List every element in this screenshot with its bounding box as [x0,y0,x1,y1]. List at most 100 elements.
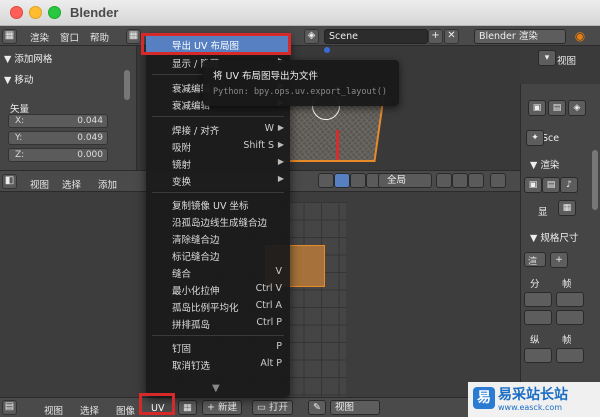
watermark-text: 易采站长站 [498,387,568,403]
pin-props-icon[interactable]: ✦ [526,130,544,146]
close-window-button[interactable] [10,6,23,19]
remove-scene-icon[interactable]: ✕ [444,29,459,44]
scene-selector[interactable]: Scene [324,29,428,44]
menu-item-unpin[interactable]: 取消钉选 Alt P [146,356,290,373]
3d-editor-type-icon[interactable]: ◧ [2,174,17,189]
uv-menu-select[interactable]: 选择 [80,403,99,417]
highlight-export-item [141,33,291,55]
3d-menu-select[interactable]: 选择 [62,177,81,191]
menu-item-pin[interactable]: 钉固 P [146,339,290,356]
render-image-button[interactable]: ▣ [524,177,542,193]
frame-range-label: 帧 [562,279,572,290]
manipulator-toggle[interactable] [318,173,334,188]
export-uv-tooltip: 将 UV 布局图导出为文件 Python: bpy.ops.uv.export_… [203,60,399,106]
menu-separator [152,116,284,117]
aspect-x-field[interactable] [524,348,552,363]
image-browse-icon[interactable]: ▦ [178,400,197,415]
render-engine-select[interactable]: Blender 渲染 [474,29,566,44]
render-layers-tab-icon[interactable]: ▤ [548,100,566,116]
scene-icon[interactable]: ◈ [304,29,319,44]
render-preset-select[interactable]: 渲 [524,252,546,267]
new-image-button[interactable]: + 新建 [202,400,242,415]
menu-render[interactable]: 渲染 [30,30,49,44]
props-scrollbar[interactable] [592,150,598,210]
move-header[interactable]: ▼ 移动 [4,72,33,86]
rotate-manipulator-button[interactable] [350,173,366,188]
axis-z-value: 0.000 [77,150,103,160]
axis-y-value: 0.049 [77,133,103,143]
face-select-button[interactable] [468,173,484,188]
menu-window[interactable]: 窗口 [60,30,79,44]
frame-rate-field[interactable] [556,348,584,363]
menu-item-weld-align[interactable]: 焊接 / 对齐 W ▶ [146,121,290,138]
resolution-y-field[interactable] [524,310,552,325]
menu-item-clear-seam[interactable]: 清除缝合边 [146,230,290,247]
3d-menu-view[interactable]: 视图 [30,177,49,191]
3d-menu-add[interactable]: 添加 [98,177,117,191]
display-label: 显 [538,207,548,218]
scene-tab-icon[interactable]: ◈ [568,100,586,116]
menu-item-copy-mirrored-uv[interactable]: 复制镜像 UV 坐标 [146,196,290,213]
screen-layout-icon[interactable]: ▦ [126,29,141,44]
vector-x-field[interactable]: X: 0.044 [8,114,108,128]
frame-rate-label: 帧 [562,335,572,346]
dimensions-panel-header[interactable]: ▼ 规格尺寸 [530,230,578,244]
zoom-window-button[interactable] [48,6,61,19]
axis-y-label: Y: [15,133,23,143]
menu-item-stitch[interactable]: 缝合 V [146,264,290,281]
frame-end-field[interactable] [556,310,584,325]
render-panel-header[interactable]: ▼ 渲染 [530,157,559,171]
menu-item-pack-islands[interactable]: 拼排孤岛 Ctrl P [146,315,290,332]
menu-item-average-island-scale[interactable]: 孤岛比例平均化 Ctrl A [146,298,290,315]
edge-select-button[interactable] [452,173,468,188]
menu-item-transform[interactable]: 变换 ▶ [146,172,290,189]
highlight-uv-menu [139,393,175,415]
menu-item-seams-from-islands[interactable]: 沿孤岛边线生成缝合边 [146,213,290,230]
menu-separator [152,335,284,336]
uv-editor-type-icon[interactable]: ▤ [2,400,17,415]
translate-manipulator-button[interactable] [334,173,350,188]
vector-z-field[interactable]: Z: 0.000 [8,148,108,162]
menu-item-snap[interactable]: 吸附 Shift S ▶ [146,138,290,155]
menu-item-mark-seam[interactable]: 标记缝合边 [146,247,290,264]
display-select[interactable]: ▦ [558,200,576,216]
add-scene-icon[interactable]: + [428,29,443,44]
aspect-label: 纵 [530,335,540,346]
render-tab-icon[interactable]: ▣ [528,100,546,116]
watermark-logo-icon: 易 [473,387,495,409]
vector-y-field[interactable]: Y: 0.049 [8,131,108,145]
add-preset-button[interactable]: + [550,252,568,268]
add-mesh-header[interactable]: ▼ 添加网格 [4,51,52,65]
minimize-window-button[interactable] [29,6,42,19]
uv-menu-view[interactable]: 视图 [44,403,63,417]
uv-view-select[interactable]: 视图 [330,400,380,415]
menu-item-minimize-stretch[interactable]: 最小化拉伸 Ctrl V [146,281,290,298]
occlude-geometry-button[interactable] [490,173,506,188]
watermark-url: www.easck.com [498,403,563,412]
frame-start-field[interactable] [556,292,584,307]
menu-item-mirror[interactable]: 镜射 ▶ [146,155,290,172]
render-audio-button[interactable]: ♪ [560,177,578,193]
menu-scroll-down-icon[interactable]: ▼ [212,383,220,394]
axis-z-label: Z: [15,150,25,160]
axis-x-value: 0.044 [77,116,103,126]
menu-separator [152,192,284,193]
uv-menu-image[interactable]: 图像 [116,403,135,417]
tool-panel-scrollbar[interactable] [124,70,130,100]
open-image-button[interactable]: ▭ 打开 [252,400,294,415]
gizmo-x-arrow[interactable] [336,130,339,160]
vertex-select-button[interactable] [436,173,452,188]
tooltip-python: Python: bpy.ops.uv.export_layout() [213,87,387,97]
outliner-view-icon[interactable]: ▾ [538,50,556,66]
transform-orientation-select[interactable]: 全局 [378,173,432,188]
tooltip-title: 将 UV 布局图导出为文件 [213,71,318,82]
render-animation-button[interactable]: ▤ [542,177,560,193]
gizmo-z-handle[interactable] [324,47,330,53]
pin-icon[interactable]: ✎ [308,400,326,415]
editor-type-icon[interactable]: ▦ [2,29,17,44]
watermark: 易 易采站长站 www.easck.com [468,382,600,417]
resolution-x-field[interactable] [524,292,552,307]
props-view-label[interactable]: 视图 [557,53,576,67]
title-bar: Blender [0,0,600,26]
menu-help[interactable]: 帮助 [90,30,109,44]
